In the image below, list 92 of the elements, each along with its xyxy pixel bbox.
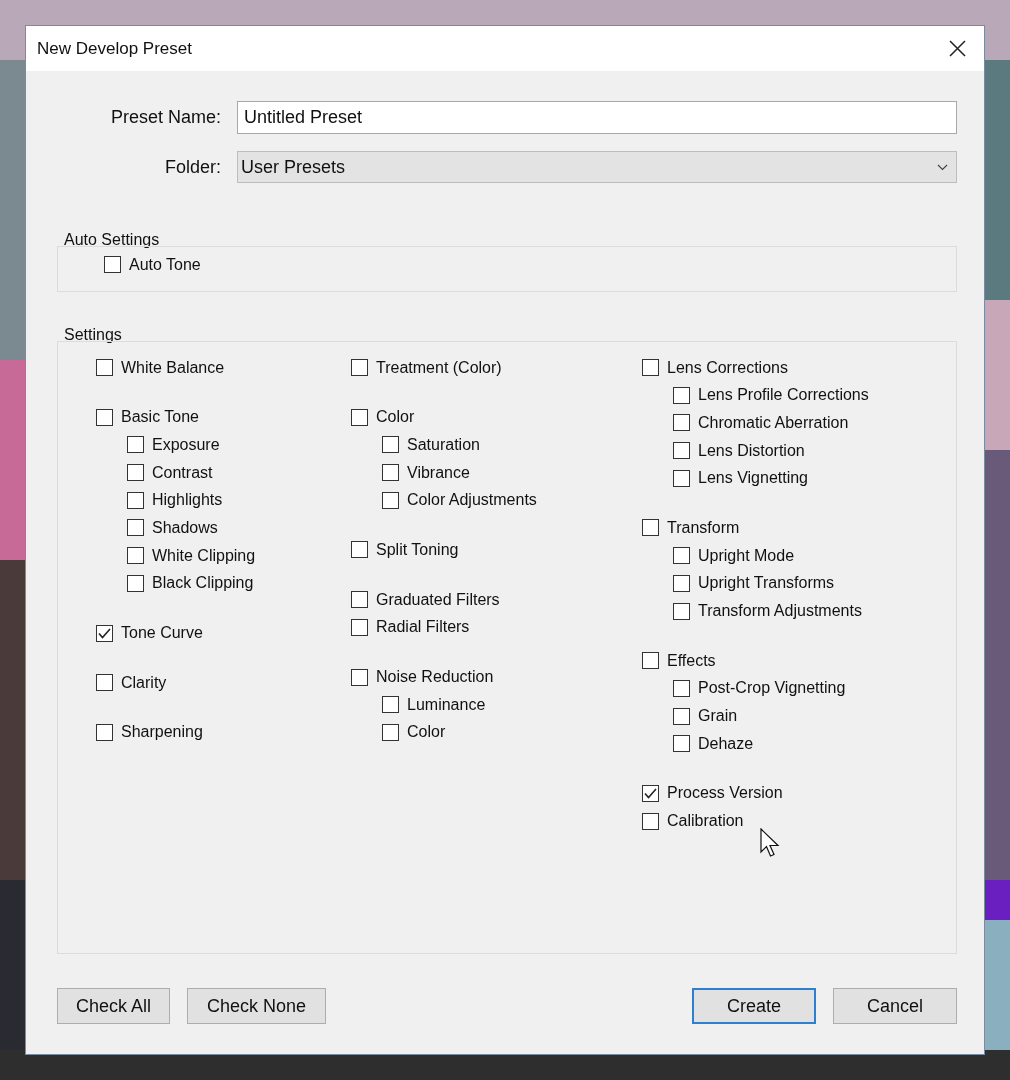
button[interactable]: Cancel xyxy=(833,988,957,1024)
check-icon xyxy=(98,627,111,639)
checkbox[interactable] xyxy=(673,414,690,432)
checkbox-label[interactable]: Exposure xyxy=(152,435,220,454)
checkbox[interactable] xyxy=(351,541,368,559)
checkbox-label[interactable]: Lens Profile Corrections xyxy=(698,386,869,405)
checkbox-label[interactable]: Vibrance xyxy=(407,463,470,482)
checkbox-label[interactable]: Calibration xyxy=(667,812,744,831)
checkbox[interactable] xyxy=(96,674,113,692)
checkbox[interactable] xyxy=(642,812,659,830)
folder-dropdown[interactable]: User Presets xyxy=(237,151,957,183)
chevron-down-icon xyxy=(937,163,948,171)
checkbox-label[interactable]: Dehaze xyxy=(698,734,754,753)
checkbox-label[interactable]: Lens Distortion xyxy=(698,441,805,460)
checkbox[interactable] xyxy=(673,574,690,592)
button[interactable]: Check All xyxy=(57,988,170,1024)
checkbox-label[interactable]: Noise Reduction xyxy=(376,668,494,687)
checkbox[interactable] xyxy=(127,519,144,537)
group-title: Auto Settings xyxy=(64,231,160,249)
field-label: Folder: xyxy=(163,156,222,178)
checkbox[interactable] xyxy=(382,696,399,714)
checkbox-label[interactable]: Contrast xyxy=(152,463,213,482)
checkbox-label[interactable]: Color xyxy=(407,723,446,742)
checkbox[interactable] xyxy=(673,547,690,565)
checkbox-label[interactable]: Clarity xyxy=(121,673,167,692)
checkbox[interactable] xyxy=(382,464,399,482)
checkbox-label[interactable]: White Clipping xyxy=(152,546,256,565)
checkbox[interactable] xyxy=(96,723,113,741)
checkbox[interactable] xyxy=(673,469,690,487)
close-icon xyxy=(948,40,966,57)
checkbox-label[interactable]: Transform xyxy=(667,518,740,537)
checkbox[interactable] xyxy=(351,359,368,377)
checkbox[interactable] xyxy=(382,723,399,741)
checkbox[interactable] xyxy=(673,386,690,404)
checkbox-label[interactable]: Auto Tone xyxy=(129,255,201,274)
checkbox[interactable] xyxy=(104,256,121,274)
checkbox[interactable] xyxy=(96,359,113,377)
checkbox[interactable] xyxy=(673,602,690,620)
checkbox[interactable] xyxy=(351,618,368,636)
checkbox[interactable] xyxy=(642,652,659,670)
checkbox-label[interactable]: Transform Adjustments xyxy=(698,602,862,621)
button[interactable]: Create xyxy=(692,988,816,1024)
checkbox-label[interactable]: Upright Transforms xyxy=(698,574,835,593)
checkbox-label[interactable]: Color xyxy=(376,408,415,427)
checkbox-label[interactable]: Shadows xyxy=(152,518,218,537)
checkbox-label[interactable]: Sharpening xyxy=(121,723,203,742)
checkbox[interactable] xyxy=(351,408,368,426)
checkbox[interactable] xyxy=(382,436,399,454)
checkbox-label[interactable]: Luminance xyxy=(407,695,486,714)
checkbox[interactable] xyxy=(673,442,690,460)
checkbox[interactable] xyxy=(673,707,690,725)
group-title: Settings xyxy=(64,325,122,344)
button[interactable]: Check None xyxy=(187,988,326,1024)
checkbox-label[interactable]: White Balance xyxy=(121,358,225,377)
checkbox[interactable] xyxy=(673,679,690,697)
checkbox-label[interactable]: Radial Filters xyxy=(376,618,470,637)
checkbox-label[interactable]: Process Version xyxy=(667,784,783,803)
checkbox-label[interactable]: Black Clipping xyxy=(152,574,254,593)
preset-name-field[interactable]: Untitled Preset xyxy=(237,101,957,134)
checkbox[interactable] xyxy=(642,784,659,802)
checkbox[interactable] xyxy=(127,574,144,592)
checkbox-label[interactable]: Upright Mode xyxy=(698,546,795,565)
checkbox[interactable] xyxy=(96,408,113,426)
checkbox-label[interactable]: Saturation xyxy=(407,435,480,454)
checkbox-label[interactable]: Grain xyxy=(698,707,738,726)
checkbox-label[interactable]: Treatment (Color) xyxy=(376,358,502,377)
checkbox-label[interactable]: Lens Vignetting xyxy=(698,469,808,488)
checkbox[interactable] xyxy=(642,519,659,537)
checkbox-label[interactable]: Post-Crop Vignetting xyxy=(698,679,846,698)
checkbox[interactable] xyxy=(96,624,113,642)
checkbox[interactable] xyxy=(351,668,368,686)
checkbox[interactable] xyxy=(127,491,144,509)
check-icon xyxy=(644,787,657,799)
mouse-pointer-icon xyxy=(760,828,780,858)
checkbox[interactable] xyxy=(351,591,368,609)
checkbox-label[interactable]: Basic Tone xyxy=(121,408,199,427)
checkbox-label[interactable]: Lens Corrections xyxy=(667,358,788,377)
checkbox-label[interactable]: Graduated Filters xyxy=(376,590,500,609)
checkbox[interactable] xyxy=(127,464,144,482)
checkbox[interactable] xyxy=(127,547,144,565)
checkbox-label[interactable]: Color Adjustments xyxy=(407,491,537,510)
checkbox-label[interactable]: Effects xyxy=(667,651,716,670)
field-label: Preset Name: xyxy=(109,107,222,128)
checkbox[interactable] xyxy=(382,491,399,509)
window-title: New Develop Preset xyxy=(37,38,192,59)
checkbox[interactable] xyxy=(127,436,144,454)
checkbox[interactable] xyxy=(642,359,659,377)
checkbox-label[interactable]: Chromatic Aberration xyxy=(698,413,849,432)
checkbox[interactable] xyxy=(673,735,690,753)
checkbox-label[interactable]: Split Toning xyxy=(376,540,459,559)
checkbox-label[interactable]: Tone Curve xyxy=(121,624,203,643)
checkbox-label[interactable]: Highlights xyxy=(152,491,223,510)
